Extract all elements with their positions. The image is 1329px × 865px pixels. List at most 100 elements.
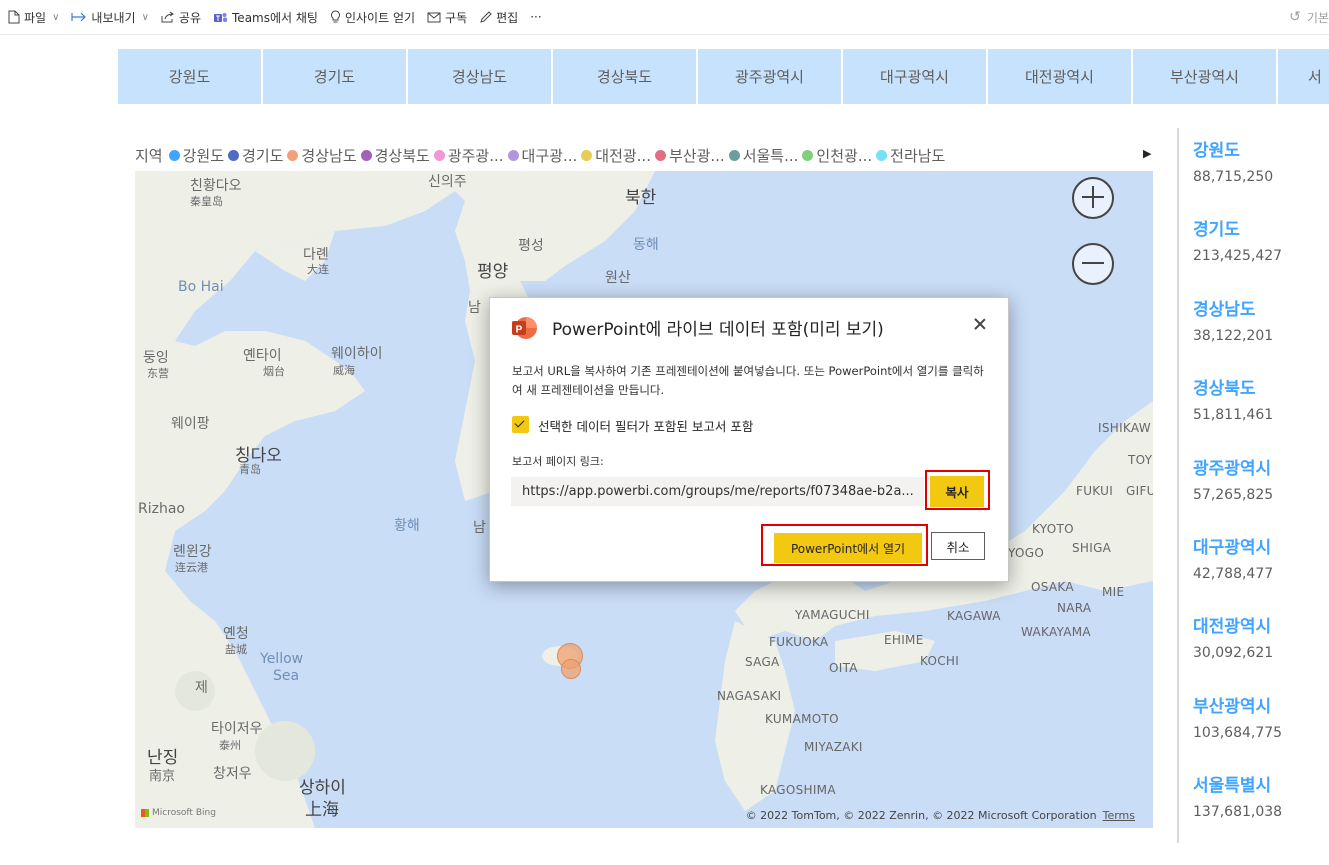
legend-swatch [581, 149, 593, 161]
card-value: 38,122,201 [1193, 327, 1274, 344]
slicer-item[interactable]: 강원도 [118, 49, 261, 104]
slicer-item[interactable]: 대구광역시 [843, 49, 986, 104]
legend-item[interactable]: 경기도 [228, 145, 283, 166]
include-filters-label[interactable]: 선택한 데이터 필터가 포함된 보고서 포함 [538, 416, 753, 435]
toolbar-right: ↺ 기본 [1289, 0, 1329, 34]
map-label: ISHIKAW [1098, 421, 1151, 435]
teams-chat-label: Teams에서 채팅 [232, 10, 318, 25]
legend-label: 인천광... [816, 146, 873, 165]
file-icon [8, 10, 20, 24]
map-label: KYOTO [1032, 522, 1074, 536]
zoom-in-icon[interactable] [1072, 177, 1114, 219]
close-icon[interactable] [972, 316, 988, 332]
share-button[interactable]: 공유 [161, 9, 201, 26]
card-title: 강원도 [1193, 141, 1240, 161]
insights-button[interactable]: 인사이트 얻기 [330, 9, 415, 26]
legend-swatch [168, 149, 180, 161]
map-label: 남 [468, 300, 481, 316]
map-label: 평성 [518, 238, 544, 254]
map-label: 타이저우 [211, 721, 263, 737]
file-menu[interactable]: 파일 ∨ [8, 9, 59, 26]
edit-button[interactable]: 편집 [479, 9, 518, 26]
legend-swatch [876, 149, 888, 161]
map-label: 威海 [333, 364, 355, 377]
map-label: NAGASAKI [717, 689, 782, 703]
map-label: TOY [1128, 453, 1153, 467]
map-label: 동해 [633, 237, 659, 253]
legend-item[interactable]: 서울특... [728, 145, 799, 166]
legend-title: 지역 [135, 146, 163, 165]
card-title: 대구광역시 [1193, 537, 1272, 558]
legend-item[interactable]: 인천광... [802, 145, 872, 166]
slicer-item[interactable]: 서 [1278, 49, 1329, 104]
card-value: 103,684,775 [1193, 724, 1283, 741]
terms-link[interactable]: Terms [1103, 809, 1135, 822]
map-label: 连云港 [175, 561, 208, 574]
undo-icon[interactable]: ↺ [1289, 9, 1301, 25]
legend-item[interactable]: 강원도 [168, 145, 224, 166]
legend-item[interactable]: 대구광... [507, 145, 577, 166]
card-value: 88,715,250 [1193, 169, 1274, 185]
map-label: 烟台 [263, 365, 285, 378]
legend-swatch [654, 149, 666, 161]
region-card-list: 강원도 88,715,250 경기도 213,425,427 경상남도 38,122,… [1177, 128, 1329, 843]
map-label: YAMAGUCHI [795, 608, 870, 622]
include-filters-checkbox[interactable] [512, 416, 529, 433]
legend-next-arrow-icon[interactable]: ▶ [1143, 147, 1151, 160]
region-card: 경상북도 51,811,461 [1177, 366, 1329, 446]
page-link-label: 보고서 페이지 링크: [512, 455, 604, 468]
slicer-item[interactable]: 경기도 [263, 49, 406, 104]
zoom-out-icon[interactable] [1072, 243, 1114, 285]
legend-item[interactable]: 경상북도 [360, 145, 430, 166]
slicer-item[interactable]: 부산광역시 [1133, 49, 1276, 104]
map-label: 신의주 [428, 174, 467, 190]
region-card: 광주광역시 57,265,825 [1177, 445, 1329, 525]
slicer-item[interactable]: 대전광역시 [988, 49, 1131, 104]
map-label: GIFU [1126, 484, 1153, 498]
map-label: 웨이팡 [171, 416, 210, 432]
region-card: 경상남도 38,122,201 [1177, 286, 1329, 367]
pencil-icon [480, 10, 492, 23]
slicer-item[interactable]: 경상남도 [408, 49, 551, 104]
export-menu[interactable]: 내보내기 ∨ [71, 9, 149, 26]
region-slicer: 강원도 경기도 경상남도 경상북도 광주광역시 대구광역시 대전광역시 부산광역… [118, 49, 1329, 104]
share-label: 공유 [178, 10, 202, 25]
legend-item[interactable]: 경상남도 [287, 145, 357, 166]
subscribe-button[interactable]: 구독 [427, 9, 467, 26]
legend-label: 서울특... [742, 146, 799, 165]
file-menu-label: 파일 [24, 10, 47, 25]
legend-swatch [728, 149, 740, 161]
slicer-item[interactable]: 광주광역시 [698, 49, 841, 104]
map-label: 둥잉 [143, 350, 169, 366]
dialog-title: PowerPoint에 라이브 데이터 포함(미리 보기) [552, 320, 884, 340]
map-label: OSAKA [1031, 580, 1074, 594]
report-url-field[interactable]: https://app.powerbi.com/groups/me/report… [511, 477, 924, 506]
map-label: 泰州 [219, 739, 241, 752]
open-in-powerpoint-button[interactable]: PowerPoint에서 열기 [774, 533, 922, 563]
bing-logo: Microsoft Bing [141, 808, 216, 818]
region-card: 서울특별시 137,681,038 [1177, 763, 1329, 843]
map-label: 친황다오 [190, 178, 242, 194]
share-icon [161, 11, 174, 23]
map-bubble[interactable] [561, 659, 581, 679]
teams-chat-button[interactable]: Teams에서 채팅 [213, 9, 318, 26]
map-label: SAGA [745, 655, 780, 669]
map-label: 东营 [147, 367, 169, 380]
map-label: 원산 [605, 270, 631, 286]
copy-button[interactable]: 복사 [930, 476, 984, 507]
more-options-button[interactable]: ··· [530, 10, 541, 24]
card-title: 서울특별시 [1193, 776, 1272, 797]
map-label: KAGAWA [947, 609, 1001, 623]
slicer-item[interactable]: 경상북도 [553, 49, 696, 104]
default-view-label[interactable]: 기본 [1307, 9, 1329, 26]
legend-item[interactable]: 전라남도 [876, 145, 945, 166]
map-label: Yellow [260, 651, 304, 667]
card-title: 경상북도 [1193, 379, 1256, 400]
legend-label: 경상남도 [301, 146, 357, 165]
legend-item[interactable]: 대전광... [581, 145, 651, 166]
legend-swatch [507, 149, 519, 161]
legend-item[interactable]: 광주광... [433, 145, 504, 166]
legend-swatch [802, 149, 814, 161]
legend-item[interactable]: 부산광... [654, 145, 725, 166]
cancel-button[interactable]: 취소 [931, 532, 985, 560]
